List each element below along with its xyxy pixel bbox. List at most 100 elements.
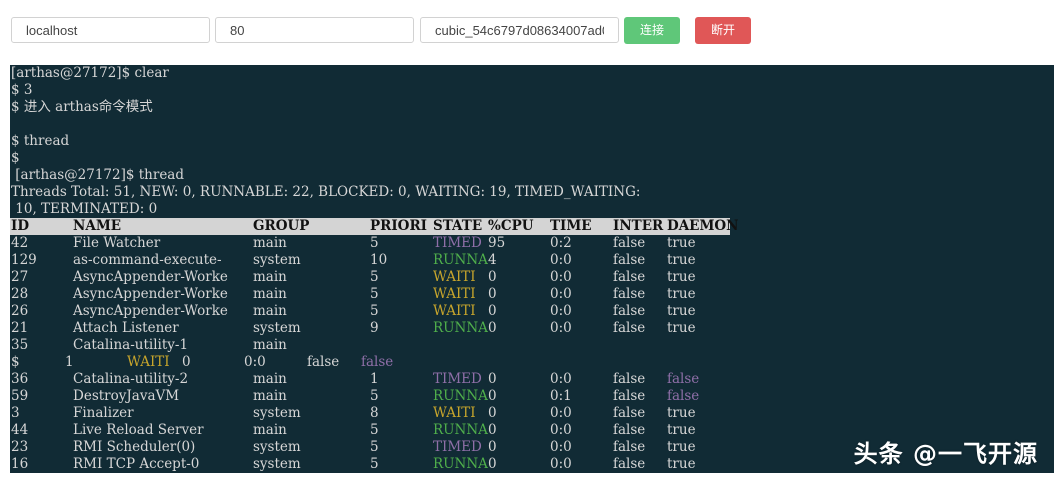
cell-cpu: 0 xyxy=(488,439,497,455)
cell-id: 23 xyxy=(11,439,29,455)
cell-id: 26 xyxy=(11,303,29,319)
cell-prio: 1 xyxy=(370,371,379,387)
cell-group: system xyxy=(253,252,301,268)
cell-id: 129 xyxy=(11,252,37,268)
cell-state: WAITI xyxy=(127,354,170,370)
column-header: NAME xyxy=(73,218,122,234)
cell-group: main xyxy=(253,422,287,438)
cell-time: 0:0 xyxy=(550,269,572,285)
cell-inter: false xyxy=(613,422,646,438)
cell-time: 0:1 xyxy=(550,388,572,404)
port-input[interactable] xyxy=(215,17,414,43)
cell-id: 28 xyxy=(11,286,29,302)
cell-daemon: true xyxy=(667,422,696,438)
cell-cpu: 4 xyxy=(488,252,497,268)
cell-time: 0:0 xyxy=(244,354,266,370)
cell-daemon: true xyxy=(667,439,696,455)
cell-group: main xyxy=(253,269,287,285)
cell-daemon: true xyxy=(667,320,696,336)
cell-name: AsyncAppender-Worke xyxy=(73,286,228,302)
connect-button[interactable]: 连接 xyxy=(624,17,680,44)
terminal-line: 10, TERMINATED: 0 xyxy=(11,201,158,217)
cell-id: 3 xyxy=(11,405,20,421)
cell-id: 42 xyxy=(11,235,29,251)
cell-cpu: 0 xyxy=(488,456,497,472)
cell-group: main xyxy=(253,388,287,404)
cell-inter: false xyxy=(613,320,646,336)
thread-table-header: ID NAME GROUP PRIORI STATE %CPU TIME INTER DAEMO… xyxy=(10,218,739,235)
cell-prio: 10 xyxy=(370,252,388,268)
cell-cpu: 0 xyxy=(488,320,497,336)
terminal-line: $ xyxy=(11,150,20,166)
terminal-output[interactable]: [arthas@27172]$ clear $ 3 $ 进入 arthas命令模式 $… xyxy=(10,65,1054,473)
cell-cpu: 0 xyxy=(488,405,497,421)
cell-daemon: true xyxy=(667,303,696,319)
cell-prompt: $ xyxy=(11,354,20,370)
cell-time: 0:0 xyxy=(550,456,572,472)
cell-group: system xyxy=(253,456,301,472)
cell-inter: false xyxy=(613,235,646,251)
cell-id: 59 xyxy=(11,388,29,404)
cell-cpu: 0 xyxy=(488,303,497,319)
column-header: INTER xyxy=(613,218,664,234)
cell-cpu: 0 xyxy=(488,422,497,438)
cell-time: 0:0 xyxy=(550,320,572,336)
cell-inter: false xyxy=(613,456,646,472)
terminal-line: Threads Total: 51, NEW: 0, RUNNABLE: 22,… xyxy=(11,184,641,200)
column-header: ID xyxy=(11,218,30,234)
cell-group: main xyxy=(253,235,287,251)
cell-time: 0:0 xyxy=(550,422,572,438)
cell-time: 0:0 xyxy=(550,303,572,319)
cell-cpu: 0 xyxy=(488,388,497,404)
cell-inter: false xyxy=(613,388,646,404)
column-header: STATE xyxy=(433,218,483,234)
cell-daemon: true xyxy=(667,269,696,285)
cell-inter: false xyxy=(307,354,340,370)
cell-group: system xyxy=(253,439,301,455)
cell-name: Live Reload Server xyxy=(73,422,204,438)
cell-cpu: 0 xyxy=(488,286,497,302)
cell-prio: 5 xyxy=(370,235,379,251)
cell-group: system xyxy=(253,320,301,336)
cell-group: main xyxy=(253,371,287,387)
cell-prio: 5 xyxy=(370,269,379,285)
cell-id: 16 xyxy=(11,456,29,472)
cell-state: RUNNA xyxy=(433,422,488,438)
column-header: %CPU xyxy=(488,218,534,234)
cell-name: Catalina-utility-2 xyxy=(73,371,189,387)
cell-state: RUNNA xyxy=(433,456,488,472)
cell-time: 0:0 xyxy=(550,405,572,421)
cell-prio: 5 xyxy=(370,303,379,319)
terminal-line: [arthas@27172]$ thread xyxy=(11,167,185,183)
cell-inter: false xyxy=(613,286,646,302)
cell-daemon: true xyxy=(667,405,696,421)
agent-id-input[interactable] xyxy=(420,17,619,43)
host-input[interactable] xyxy=(11,17,210,43)
cell-group: main xyxy=(253,303,287,319)
cell-cpu: 0 xyxy=(488,269,497,285)
cell-name: File Watcher xyxy=(73,235,161,251)
cell-time: 0:0 xyxy=(550,439,572,455)
cell-state: RUNNA xyxy=(433,388,488,404)
terminal-line: $ thread xyxy=(11,133,70,149)
cell-state: WAITI xyxy=(433,286,476,302)
cell-prio: 9 xyxy=(370,320,379,336)
cell-name: AsyncAppender-Worke xyxy=(73,269,228,285)
cell-state: WAITI xyxy=(433,405,476,421)
terminal-line: $ 进入 arthas命令模式 xyxy=(11,99,153,115)
cell-cpu: 95 xyxy=(488,235,506,251)
cell-inter: false xyxy=(613,439,646,455)
cell-daemon: false xyxy=(667,388,700,404)
cell-id: 44 xyxy=(11,422,29,438)
disconnect-button[interactable]: 断开 xyxy=(695,17,751,44)
cell-state: RUNNA xyxy=(433,252,488,268)
cell-daemon: false xyxy=(361,354,394,370)
cell-daemon: false xyxy=(667,371,700,387)
cell-state: TIMED xyxy=(433,235,482,251)
cell-daemon: true xyxy=(667,286,696,302)
cell-time: 0:0 xyxy=(550,286,572,302)
cell-prio: 5 xyxy=(370,422,379,438)
cell-group: main xyxy=(253,286,287,302)
cell-inter: false xyxy=(613,371,646,387)
cell-time: 0:2 xyxy=(550,235,572,251)
